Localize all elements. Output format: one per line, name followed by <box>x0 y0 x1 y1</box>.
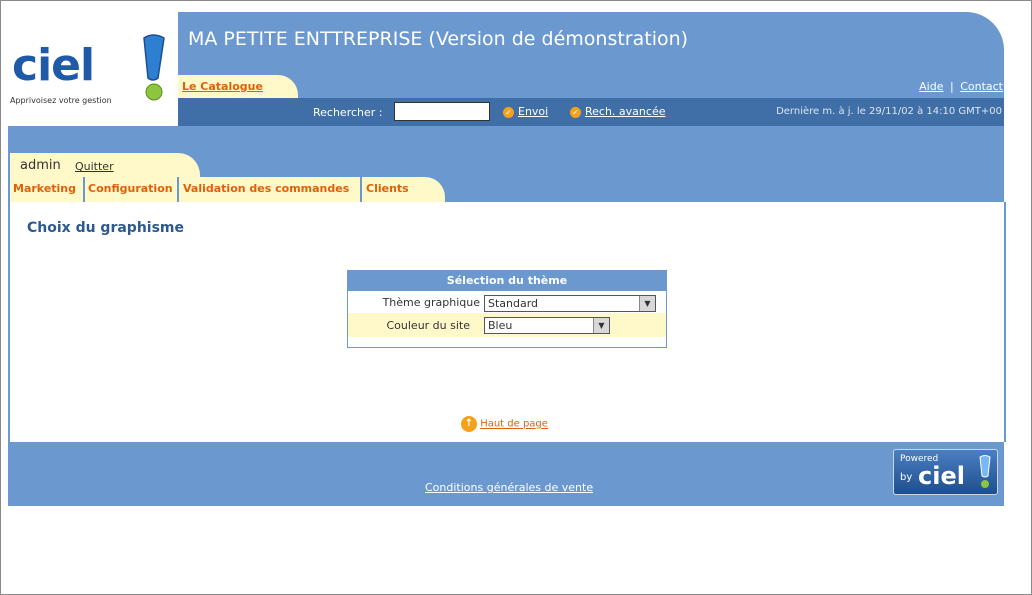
contact-link[interactable]: Contact <box>960 80 1003 93</box>
color-row: Couleur du site Bleu ▼ <box>348 313 666 337</box>
help-link[interactable]: Aide <box>919 80 943 93</box>
theme-select-value: Standard <box>488 297 539 310</box>
app-title: MA PETITE ENTTREPRISE (Version de démons… <box>188 28 689 50</box>
advanced-search-link[interactable]: Rech. avancée <box>585 105 665 118</box>
send-link[interactable]: Envoi <box>518 105 548 118</box>
tab-clients[interactable]: Clients <box>362 177 445 202</box>
color-label: Couleur du site <box>386 319 470 332</box>
logo-text: ciel <box>12 40 95 91</box>
theme-label: Thème graphique <box>382 296 480 309</box>
back-to-top[interactable]: ↑ Haut de page <box>461 416 548 432</box>
tab-marketing[interactable]: Marketing <box>10 177 83 202</box>
search-label: Rechercher : <box>313 106 383 119</box>
tagline: Apprivoisez votre gestion <box>10 96 112 105</box>
terms-link[interactable]: Conditions générales de vente <box>425 481 593 494</box>
back-to-top-link[interactable]: Haut de page <box>480 419 548 430</box>
tab-validation-label: Validation des commandes <box>183 182 350 195</box>
arrow-up-icon: ↑ <box>461 416 477 432</box>
logo-exclamation-icon <box>979 455 991 488</box>
catalogue-link[interactable]: Le Catalogue <box>182 80 263 93</box>
color-select-value: Bleu <box>488 319 513 332</box>
powered-by-ciel-badge[interactable]: Powered by ciel <box>893 449 998 495</box>
tab-configuration-label: Configuration <box>88 182 173 195</box>
theme-select[interactable]: Standard ▼ <box>484 295 656 312</box>
logout-link[interactable]: Quitter <box>75 160 114 173</box>
check-icon: ✓ <box>503 106 514 118</box>
last-update: Dernière m. à j. le 29/11/02 à 14:10 GMT… <box>776 106 1002 117</box>
advanced-search-action[interactable]: ✓ Rech. avancée <box>570 105 665 118</box>
page-title: Choix du graphisme <box>27 220 185 236</box>
logo[interactable]: ciel Apprivoisez votre gestion <box>10 30 170 115</box>
by-text: by <box>900 472 913 483</box>
tab-configuration[interactable]: Configuration <box>85 177 177 202</box>
search-input[interactable] <box>394 102 490 121</box>
help-contact: Aide | Contact <box>890 80 1003 93</box>
tab-clients-label: Clients <box>366 182 409 195</box>
theme-row: Thème graphique Standard ▼ <box>348 291 666 313</box>
color-select[interactable]: Bleu ▼ <box>484 317 610 334</box>
user-tab: admin Quitter <box>10 153 200 177</box>
footer <box>8 442 1004 506</box>
tab-marketing-label: Marketing <box>13 182 77 195</box>
tab-catalogue[interactable]: Le Catalogue <box>178 75 298 98</box>
theme-box-header: Sélection du thème <box>348 271 666 291</box>
theme-box: Sélection du thème Thème graphique Stand… <box>347 270 667 348</box>
header-bar <box>178 12 1004 98</box>
tab-validation[interactable]: Validation des commandes <box>179 177 360 202</box>
brand-text: ciel <box>918 462 965 490</box>
chevron-down-icon[interactable]: ▼ <box>639 296 655 311</box>
check-icon: ✓ <box>570 106 581 118</box>
chevron-down-icon[interactable]: ▼ <box>593 318 609 333</box>
user-name: admin <box>20 158 61 173</box>
send-action[interactable]: ✓ Envoi <box>503 105 548 118</box>
logo-exclamation-icon <box>143 34 165 101</box>
help-contact-separator: | <box>949 80 954 93</box>
